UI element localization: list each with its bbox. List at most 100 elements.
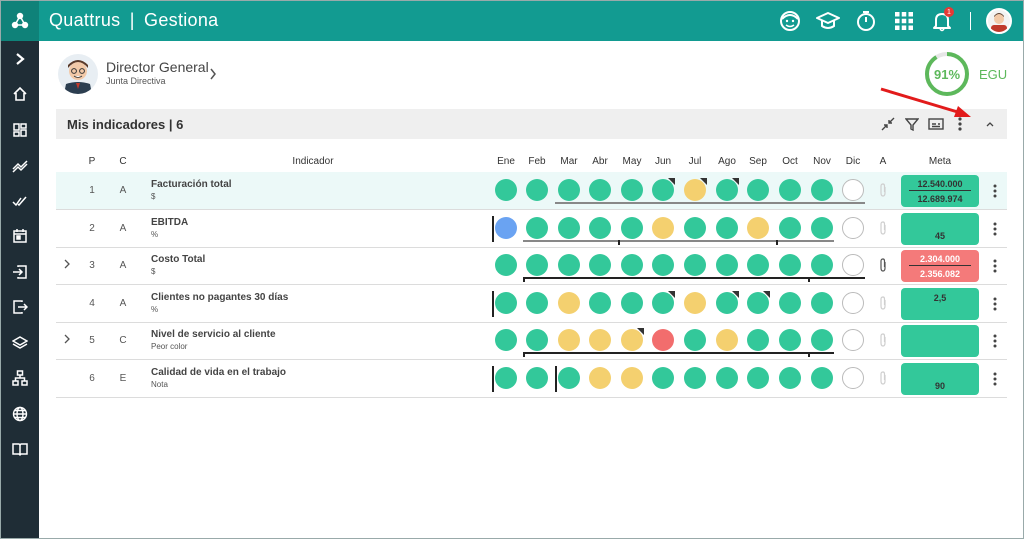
layers-icon[interactable] [1, 325, 39, 361]
month-status-dot[interactable] [779, 254, 801, 276]
globe-icon[interactable] [1, 396, 39, 432]
row-more-icon[interactable] [993, 259, 997, 278]
month-status-dot[interactable] [747, 217, 769, 239]
month-status-dot[interactable] [779, 179, 801, 201]
table-row[interactable]: 6 E Calidad de vida en el trabajo Nota 90 [56, 360, 1007, 398]
month-status-dot[interactable] [495, 179, 517, 201]
month-status-dot[interactable] [621, 217, 643, 239]
month-status-dot[interactable] [621, 367, 643, 389]
attachment-icon[interactable] [879, 258, 887, 275]
month-status-dot[interactable] [589, 367, 611, 389]
table-row[interactable]: 2 A EBITDA% 45 [56, 210, 1007, 248]
indicator-name[interactable]: Facturación total [151, 179, 232, 190]
month-status-dot[interactable] [589, 217, 611, 239]
month-status-dot[interactable] [716, 367, 738, 389]
month-status-dot[interactable] [747, 179, 769, 201]
month-status-dot[interactable] [716, 329, 738, 351]
meta-value[interactable]: 45 [901, 213, 979, 245]
table-row[interactable]: 3 A Costo Total $2.304.000 2.356.082 [56, 247, 1007, 285]
month-status-dot[interactable] [495, 254, 517, 276]
month-status-dot[interactable] [779, 367, 801, 389]
month-status-dot[interactable] [589, 179, 611, 201]
table-row[interactable]: 1 A Facturación total $12.540.000 12.689.974 [56, 172, 1007, 210]
month-status-dot[interactable] [495, 329, 517, 351]
timer-icon[interactable] [852, 7, 880, 35]
month-status-dot[interactable] [558, 254, 580, 276]
indicator-name[interactable]: Clientes no pagantes 30 días [151, 292, 288, 303]
month-status-dot[interactable] [684, 178, 707, 201]
month-status-dot[interactable] [526, 292, 548, 314]
row-more-icon[interactable] [993, 334, 997, 353]
bell-icon[interactable]: 1 [928, 7, 956, 35]
indicator-name[interactable]: Costo Total [151, 254, 205, 265]
meta-value[interactable] [901, 325, 979, 357]
month-status-dot[interactable] [495, 367, 517, 389]
indicator-name[interactable]: Nivel de servicio al cliente [151, 329, 276, 340]
month-status-dot[interactable] [558, 292, 580, 314]
row-more-icon[interactable] [993, 184, 997, 203]
month-status-dot[interactable] [811, 292, 833, 314]
month-status-dot[interactable] [716, 178, 739, 201]
month-status-dot[interactable] [526, 179, 548, 201]
indicator-name[interactable]: EBITDA [151, 217, 188, 228]
profile-avatar[interactable] [58, 54, 98, 94]
home-icon[interactable] [1, 77, 39, 113]
month-status-dot[interactable] [779, 217, 801, 239]
month-status-dot[interactable] [779, 329, 801, 351]
row-more-icon[interactable] [993, 222, 997, 241]
expand-row-icon[interactable] [63, 258, 71, 272]
month-status-dot[interactable] [589, 329, 611, 351]
month-status-dot[interactable] [842, 329, 864, 351]
month-status-dot[interactable] [652, 329, 674, 351]
graduation-icon[interactable] [814, 7, 842, 35]
month-status-dot[interactable] [558, 329, 580, 351]
month-status-dot[interactable] [621, 179, 643, 201]
month-status-dot[interactable] [716, 254, 738, 276]
month-status-dot[interactable] [842, 179, 864, 201]
expand-icon[interactable] [1, 41, 39, 77]
month-status-dot[interactable] [684, 292, 706, 314]
month-status-dot[interactable] [842, 254, 864, 276]
logo-icon[interactable] [1, 1, 39, 41]
month-status-dot[interactable] [811, 367, 833, 389]
month-status-dot[interactable] [652, 178, 675, 201]
meta-value[interactable]: 2,5 [901, 288, 979, 320]
month-status-dot[interactable] [747, 367, 769, 389]
month-status-dot[interactable] [842, 292, 864, 314]
indicator-name[interactable]: Calidad de vida en el trabajo [151, 367, 286, 378]
month-status-dot[interactable] [621, 292, 643, 314]
month-status-dot[interactable] [621, 254, 643, 276]
month-status-dot[interactable] [811, 254, 833, 276]
check-icon[interactable] [1, 183, 39, 219]
month-status-dot[interactable] [558, 217, 580, 239]
login-icon[interactable] [1, 254, 39, 290]
row-more-icon[interactable] [993, 297, 997, 316]
month-status-dot[interactable] [526, 367, 548, 389]
user-avatar[interactable] [985, 7, 1013, 35]
dashboard-icon[interactable] [1, 112, 39, 148]
attachment-icon[interactable] [879, 371, 887, 388]
hierarchy-icon[interactable] [1, 361, 39, 397]
chevron-right-icon[interactable] [209, 67, 217, 85]
attachment-icon[interactable] [879, 183, 887, 200]
apps-grid-icon[interactable] [890, 7, 918, 35]
month-status-dot[interactable] [558, 367, 580, 389]
month-status-dot[interactable] [716, 291, 739, 314]
table-row[interactable]: 4 A Clientes no pagantes 30 días% 2,5 [56, 285, 1007, 323]
table-row[interactable]: 5 C Nivel de servicio al cliente Peor color [56, 322, 1007, 360]
month-status-dot[interactable] [779, 292, 801, 314]
chevron-up-icon[interactable] [981, 115, 999, 133]
meta-value[interactable]: 12.540.000 12.689.974 [901, 175, 979, 207]
user-role[interactable]: Director General [106, 59, 209, 75]
book-icon[interactable] [1, 432, 39, 468]
attachment-icon[interactable] [879, 221, 887, 238]
month-status-dot[interactable] [747, 291, 770, 314]
month-status-dot[interactable] [811, 179, 833, 201]
month-status-dot[interactable] [842, 367, 864, 389]
attachment-icon[interactable] [879, 296, 887, 313]
face-icon[interactable] [776, 7, 804, 35]
month-status-dot[interactable] [495, 217, 517, 239]
month-status-dot[interactable] [811, 329, 833, 351]
trend-icon[interactable] [1, 148, 39, 184]
month-status-dot[interactable] [684, 367, 706, 389]
